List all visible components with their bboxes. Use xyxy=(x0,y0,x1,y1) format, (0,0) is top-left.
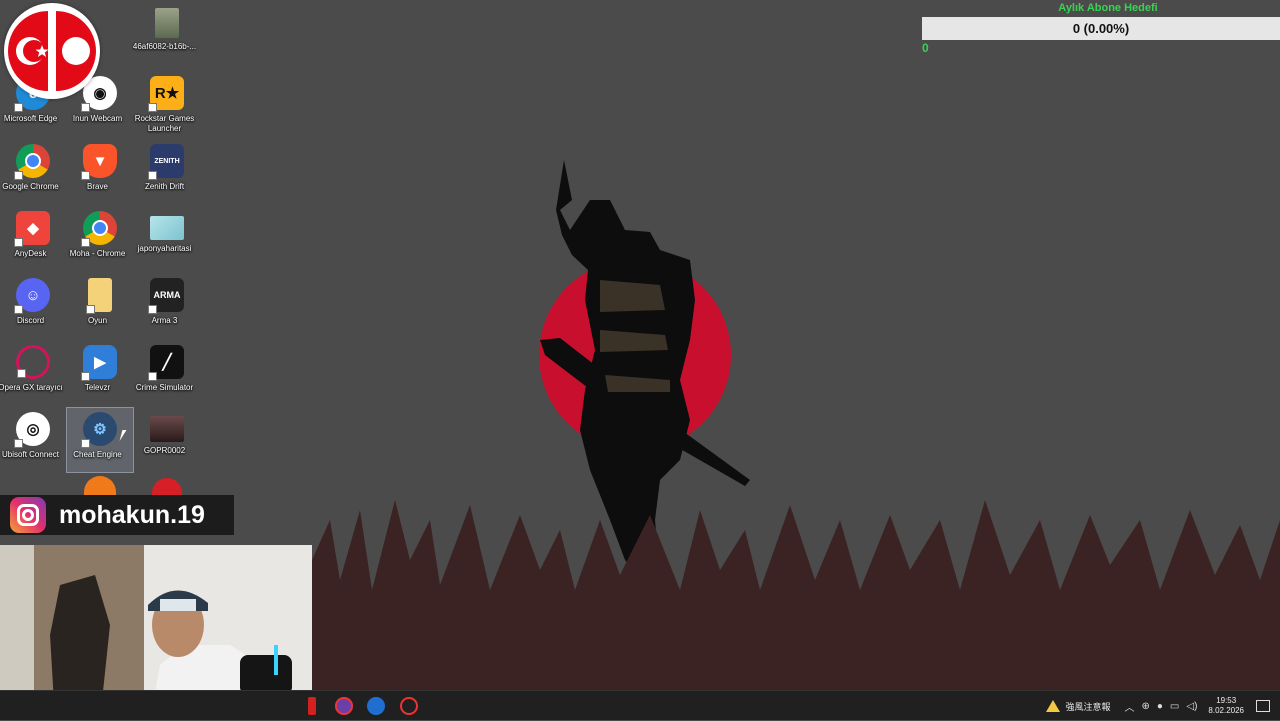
desktop-icon-japonyaharitasi[interactable]: japonyaharitasi xyxy=(134,207,200,271)
notification-icon[interactable] xyxy=(1256,700,1270,712)
clock-date: 8.02.2026 xyxy=(1208,706,1244,715)
subscriber-goal-count: 0 xyxy=(922,41,929,55)
chrome-profile-icon xyxy=(81,211,117,247)
icon-label: Moha - Chrome xyxy=(69,249,126,258)
anydesk-icon: ◆ xyxy=(14,211,50,247)
subscriber-goal-progress-text: 0 (0.00%) xyxy=(1072,21,1130,36)
desktop-icon-zenith-drift[interactable]: ZENITH Zenith Drift xyxy=(134,140,200,204)
weather-widget[interactable]: 強風注意報 xyxy=(1046,700,1110,713)
video-file-icon xyxy=(150,416,184,442)
icon-label: Televzr xyxy=(84,383,111,392)
icon-label: GOPR0002 xyxy=(143,446,186,455)
system-tray: 強風注意報 ︿ ⊕ ● ▭ ◁) 19:53 8.02.2026 xyxy=(1046,691,1280,721)
desktop-icon-brave[interactable]: ▼ Brave xyxy=(67,140,133,204)
clock[interactable]: 19:53 8.02.2026 xyxy=(1208,696,1244,716)
zenith-drift-icon: ZENITH xyxy=(148,144,184,180)
rockstar-icon: R★ xyxy=(148,76,184,112)
camera-icon[interactable]: ⊕ xyxy=(1141,701,1149,712)
ubisoft-icon: ◎ xyxy=(14,412,50,448)
desktop-icon-ubisoft-connect[interactable]: ◎ Ubisoft Connect xyxy=(0,408,66,472)
desktop-icon-anydesk[interactable]: ◆ AnyDesk xyxy=(0,207,66,271)
icon-label: Google Chrome xyxy=(2,182,59,191)
map-image-icon xyxy=(150,216,184,240)
desktop-icon-gopr0002[interactable]: GOPR0002 xyxy=(134,408,200,472)
subscriber-goal-bar: 0 (0.00%) xyxy=(922,17,1280,40)
icon-label: Rockstar Games Launcher xyxy=(134,114,195,133)
flag-left-half xyxy=(8,11,49,91)
icon-label: Opera GX tarayıcı xyxy=(0,383,63,392)
crime-simulator-icon: ╱ xyxy=(148,345,184,381)
icon-label: Crime Simulator xyxy=(135,383,194,392)
weather-text: 強風注意報 xyxy=(1065,701,1111,712)
icon-label: Arma 3 xyxy=(151,316,178,325)
volume-icon[interactable]: ◁) xyxy=(1186,701,1197,712)
taskbar-app-red-icon[interactable] xyxy=(308,697,316,715)
instagram-icon xyxy=(10,497,46,533)
desktop-icon-opera-gx[interactable]: Opera GX tarayıcı xyxy=(0,341,66,405)
image-file-icon xyxy=(155,8,179,38)
chevron-up-icon[interactable]: ︿ xyxy=(1124,699,1134,714)
instagram-banner: mohakun.19 xyxy=(0,495,234,535)
brave-icon: ▼ xyxy=(81,144,117,180)
icon-label: Zenith Drift xyxy=(144,182,185,191)
icon-label: Oyun xyxy=(87,316,108,325)
cheat-engine-icon: ⚙ xyxy=(81,412,117,448)
crescent-star-icon xyxy=(16,37,49,65)
desktop-icon-crime-simulator[interactable]: ╱ Crime Simulator xyxy=(134,341,200,405)
taskbar: 強風注意報 ︿ ⊕ ● ▭ ◁) 19:53 8.02.2026 xyxy=(0,690,1280,720)
icon-label: Microsoft Edge xyxy=(3,114,58,123)
instagram-handle: mohakun.19 xyxy=(59,500,205,529)
televzr-icon: ▶ xyxy=(81,345,117,381)
taskbar-app-edge-icon[interactable] xyxy=(367,697,385,715)
desktop-icon-arma3[interactable]: ARMA Arma 3 xyxy=(134,274,200,338)
desktop-icon-rockstar-launcher[interactable]: R★ Rockstar Games Launcher xyxy=(134,72,200,136)
subscriber-goal-title: Aylık Abone Hedefi xyxy=(1058,2,1158,14)
icon-label: Discord xyxy=(16,316,45,325)
icon-label: 46af6082-b16b-... xyxy=(132,42,197,51)
warning-icon xyxy=(1046,700,1061,712)
opera-gx-icon xyxy=(16,345,50,379)
icon-label: Cheat Engine xyxy=(73,450,122,459)
icon-label: AnyDesk xyxy=(14,249,47,258)
discord-icon: ☺ xyxy=(14,278,50,314)
clock-time: 19:53 xyxy=(1216,696,1237,705)
desktop-icon-moha-chrome[interactable]: Moha - Chrome xyxy=(67,207,133,271)
desktop-icon-discord[interactable]: ☺ Discord xyxy=(0,274,66,338)
chrome-icon xyxy=(14,144,50,180)
desktop-icon-google-chrome[interactable]: Google Chrome xyxy=(0,140,66,204)
desktop-icon-image-file[interactable]: 46af6082-b16b-... xyxy=(133,4,200,68)
icon-label: japonyaharitasi xyxy=(137,244,192,253)
folder-icon xyxy=(86,278,112,314)
network-icon[interactable]: ▭ xyxy=(1170,701,1179,712)
taskbar-app-obs-icon[interactable] xyxy=(335,697,353,715)
turkish-flag-badge xyxy=(4,3,100,99)
icon-label: Brave xyxy=(87,182,108,191)
taskbar-app-opera-gx-icon[interactable] xyxy=(400,697,418,715)
microphone-icon[interactable]: ● xyxy=(1157,701,1163,712)
arma3-icon: ARMA xyxy=(148,278,184,314)
flag-right-half xyxy=(56,11,96,91)
desktop-icon-oyun[interactable]: Oyun xyxy=(67,274,133,338)
icon-label: Inun Webcam xyxy=(72,114,123,123)
icon-label: Ubisoft Connect xyxy=(2,450,59,459)
desktop-icon-televzr[interactable]: ▶ Televzr xyxy=(67,341,133,405)
